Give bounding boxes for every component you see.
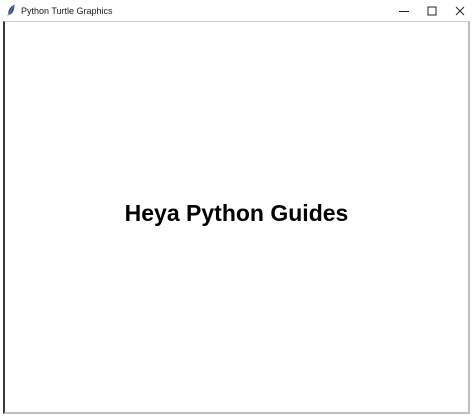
maximize-button[interactable] <box>418 0 446 21</box>
maximize-icon <box>427 6 437 15</box>
window-title: Python Turtle Graphics <box>21 5 113 16</box>
minimize-button[interactable] <box>390 0 418 21</box>
canvas-text: Heya Python Guides <box>124 200 349 226</box>
window-controls <box>390 0 474 21</box>
close-button[interactable] <box>446 0 474 21</box>
turtle-window: Python Turtle Graphics Heya Python Guide… <box>0 0 474 418</box>
title-bar[interactable]: Python Turtle Graphics <box>0 0 474 21</box>
minimize-icon <box>399 10 409 12</box>
turtle-canvas[interactable]: Heya Python Guides <box>3 21 470 414</box>
close-icon <box>455 6 465 15</box>
feather-icon <box>4 4 18 18</box>
